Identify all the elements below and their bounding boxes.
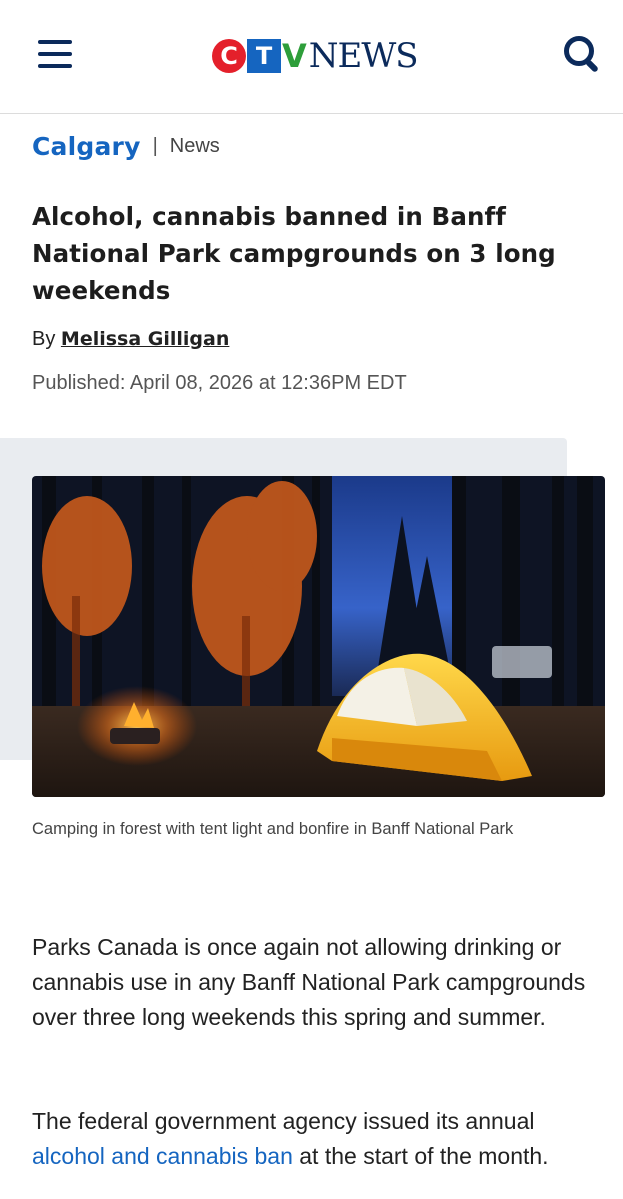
article-paragraph-1: Parks Canada is once again not allowing … [32,934,586,1030]
alcohol-cannabis-ban-link[interactable]: alcohol and cannabis ban [32,1143,293,1169]
author-link[interactable]: Melissa Gilligan [61,328,229,350]
site-header: C T V NEWS [0,0,623,114]
breadcrumb-city-link[interactable]: Calgary [32,132,141,161]
breadcrumb-section-link[interactable]: News [170,135,220,158]
byline: By Melissa Gilligan [32,328,229,351]
breadcrumb-separator: | [152,134,158,157]
ctv-news-logo[interactable]: C T V NEWS [212,36,419,76]
article-headline: Alcohol, cannabis banned in Banff Nation… [32,202,556,305]
paragraph-2-text-start: The federal government agency issued its… [32,1108,535,1134]
logo-v: V [282,37,307,75]
article-paragraph-2: The federal government agency issued its… [32,1104,602,1174]
paragraph-2-text-end: at the start of the month. [292,1143,549,1169]
logo-t: T [247,39,281,73]
logo-c: C [212,39,246,73]
search-icon[interactable] [562,34,602,74]
byline-prefix: By [32,328,56,350]
image-caption: Camping in forest with tent light and bo… [32,820,514,838]
logo-news: NEWS [308,36,419,76]
breadcrumb: Calgary | News [32,130,220,162]
article-photo[interactable] [32,476,605,797]
hamburger-menu-icon[interactable] [38,40,72,68]
published-date: Published: April 08, 2026 at 12:36PM EDT [32,372,407,394]
